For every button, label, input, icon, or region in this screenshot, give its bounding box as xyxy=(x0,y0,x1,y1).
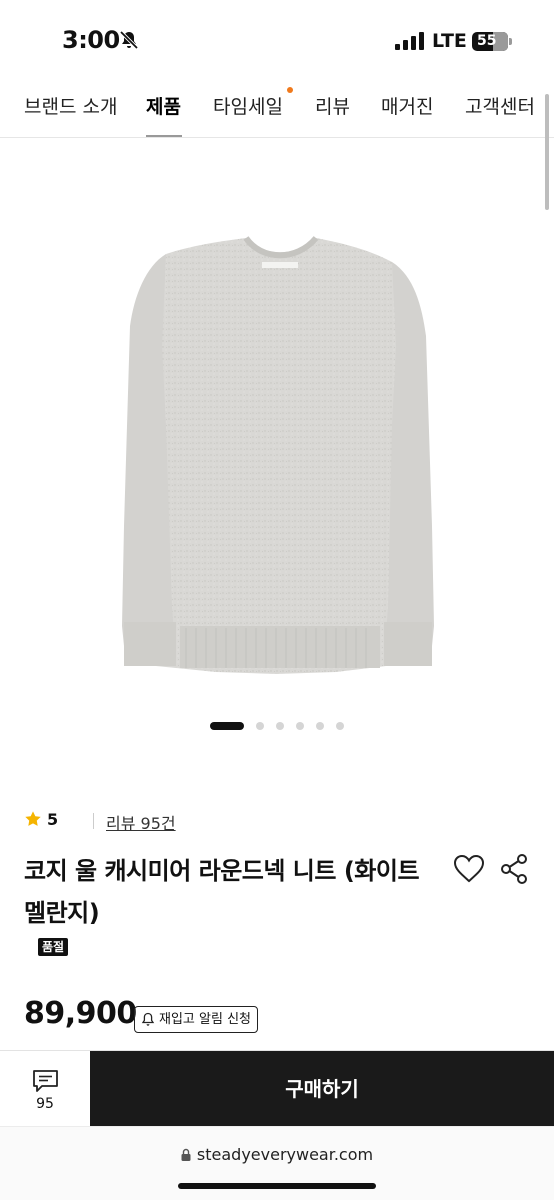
url-text: steadyeverywear.com xyxy=(196,1145,374,1164)
status-bar: 3:00 LTE 55 xyxy=(0,0,554,80)
restock-alert-button[interactable]: 재입고 알림 신청 xyxy=(134,1006,258,1033)
new-badge-dot xyxy=(287,87,293,93)
nav-item-timesale[interactable]: 타임세일 xyxy=(213,92,283,119)
review-button[interactable]: 95 xyxy=(0,1051,90,1127)
soldout-badge: 품절 xyxy=(38,938,69,956)
carousel-dot[interactable] xyxy=(276,722,284,730)
divider xyxy=(93,813,94,829)
active-tab-indicator xyxy=(146,135,182,137)
browser-url-bar[interactable]: steadyeverywear.com xyxy=(0,1126,554,1200)
rating-score: 5 xyxy=(47,810,59,829)
home-indicator[interactable] xyxy=(178,1183,376,1189)
carousel-dot[interactable] xyxy=(256,722,264,730)
status-time: 3:00 xyxy=(62,26,120,54)
carousel-dot-active[interactable] xyxy=(210,722,244,730)
product-image[interactable] xyxy=(96,226,458,676)
bell-muted-icon xyxy=(119,30,139,50)
battery-level: 55 xyxy=(477,33,497,49)
carousel-dot[interactable] xyxy=(296,722,304,730)
share-icon[interactable] xyxy=(501,854,528,884)
product-price: 89,900 xyxy=(24,996,137,1031)
cellular-signal-icon xyxy=(395,32,424,50)
nav-item-products[interactable]: 제품 xyxy=(146,92,181,119)
restock-alert-label: 재입고 알림 신청 xyxy=(159,1012,251,1027)
nav-item-support[interactable]: 고객센터 xyxy=(465,92,535,119)
carousel-dot[interactable] xyxy=(316,722,324,730)
nav-item-magazine[interactable]: 매거진 xyxy=(381,92,433,119)
network-type: LTE xyxy=(432,30,467,52)
lock-icon xyxy=(181,1148,191,1161)
battery-icon: 55 xyxy=(472,32,508,51)
comment-icon xyxy=(33,1070,58,1092)
top-nav: 브랜드 소개 제품 타임세일 리뷰 매거진 고객센터 xyxy=(0,80,554,138)
bottom-action-bar: 95 구매하기 xyxy=(0,1050,554,1127)
review-count: 95 xyxy=(36,1096,54,1112)
buy-button[interactable]: 구매하기 xyxy=(90,1051,554,1127)
star-icon xyxy=(25,811,41,826)
scrollbar[interactable] xyxy=(545,94,549,210)
carousel-dot[interactable] xyxy=(336,722,344,730)
nav-item-reviews[interactable]: 리뷰 xyxy=(315,92,350,119)
heart-icon[interactable] xyxy=(453,854,485,884)
battery-tip xyxy=(509,38,512,45)
product-title: 코지 울 캐시미어 라운드넥 니트 (화이트 멜란지) xyxy=(24,857,420,927)
bell-icon xyxy=(141,1012,155,1026)
url-display[interactable]: steadyeverywear.com xyxy=(0,1145,554,1164)
review-count-link[interactable]: 리뷰 95건 xyxy=(106,810,176,834)
nav-item-brand[interactable]: 브랜드 소개 xyxy=(24,92,117,119)
